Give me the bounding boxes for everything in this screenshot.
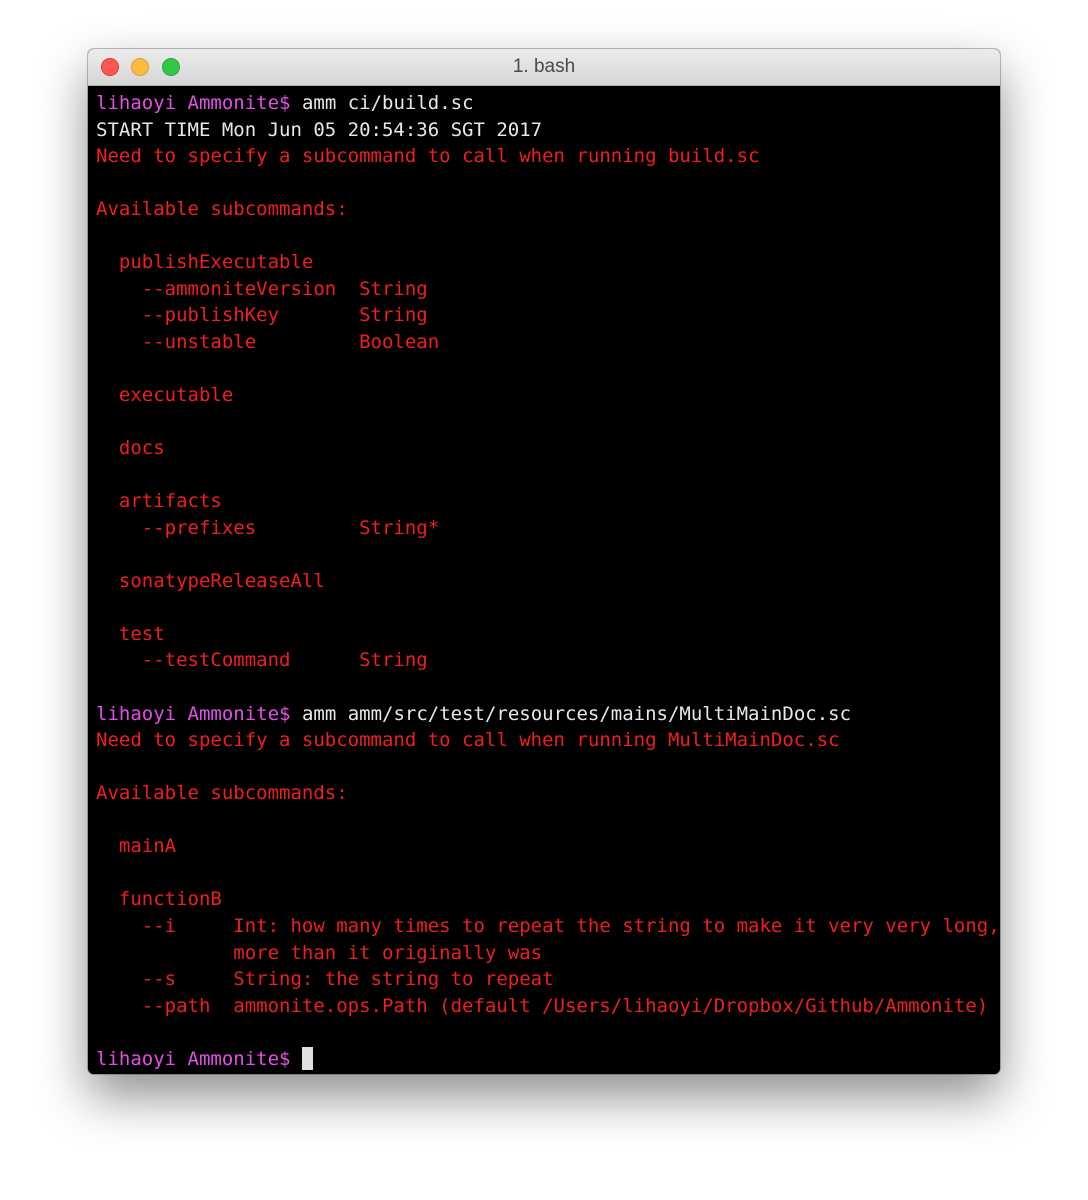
output-line: --testCommand String: [96, 649, 428, 672]
output-line: publishExecutable: [96, 251, 314, 274]
output-line: more than it originally was: [96, 941, 543, 964]
terminal-window: 1. bash lihaoyi Ammonite$ amm ci/build.s…: [88, 49, 1000, 1074]
prompt-cwd: Ammonite$: [187, 92, 291, 114]
output-line: functionB: [96, 888, 222, 911]
output-line: sonatypeReleaseAll: [96, 569, 325, 592]
command-text: amm amm/src/test/resources/mains/MultiMa…: [301, 702, 852, 725]
output-line: --ammoniteVersion String: [96, 277, 428, 300]
output-line: Need to specify a subcommand to call whe…: [96, 145, 760, 168]
output-line: --publishKey String: [96, 304, 428, 327]
output-line: docs: [96, 437, 165, 460]
output-line: --prefixes String*: [96, 516, 440, 539]
command-text: amm ci/build.sc: [301, 92, 474, 114]
output-line: --unstable Boolean: [96, 330, 440, 353]
output-line: START TIME Mon Jun 05 20:54:36 SGT 2017: [96, 118, 543, 141]
window-title: 1. bash: [512, 56, 576, 77]
output-line: test: [96, 622, 165, 645]
prompt-cwd: Ammonite$: [187, 1047, 291, 1070]
title-bar[interactable]: 1. bash: [88, 49, 1000, 86]
output-line: executable: [96, 384, 234, 407]
output-line: Available subcommands:: [96, 198, 348, 221]
prompt-line: lihaoyi Ammonite$: [96, 1046, 1000, 1073]
output-line: --s String: the string to repeat: [96, 968, 554, 991]
prompt-user: lihaoyi: [96, 92, 177, 114]
text-cursor: [301, 1046, 313, 1070]
terminal-output[interactable]: lihaoyi Ammonite$ amm ci/build.sc START T…: [88, 86, 1000, 1074]
output-line: --path ammonite.ops.Path (default /Users…: [96, 994, 989, 1017]
prompt-cwd: Ammonite$: [187, 702, 291, 725]
output-line: Need to specify a subcommand to call whe…: [96, 729, 840, 752]
output-line: --i Int: how many times to repeat the st…: [96, 914, 1000, 937]
prompt-line: lihaoyi Ammonite$ amm amm/src/test/resou…: [96, 701, 1000, 728]
prompt-line: lihaoyi Ammonite$ amm ci/build.sc: [96, 90, 1000, 117]
output-line: mainA: [96, 835, 177, 858]
prompt-user: lihaoyi: [96, 1047, 177, 1070]
output-line: artifacts: [96, 490, 222, 513]
prompt-user: lihaoyi: [96, 702, 177, 725]
output-line: Available subcommands:: [96, 782, 348, 805]
